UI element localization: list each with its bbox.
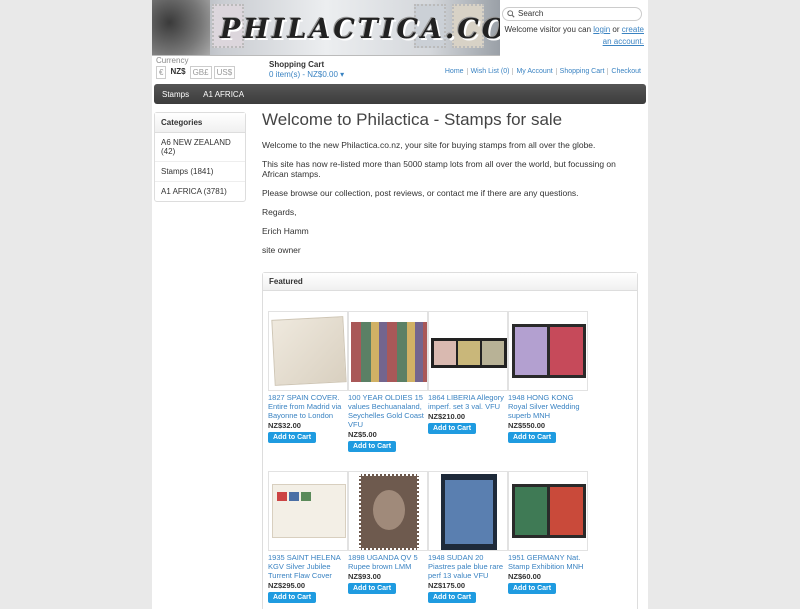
search-placeholder: Search [518, 9, 544, 18]
welcome-message: Welcome visitor you can login or create … [498, 24, 644, 48]
product-name-link[interactable]: 1864 LIBERIA Allegory imperf. set 3 val.… [428, 393, 508, 411]
eagle-stamp-image [152, 0, 210, 55]
product-card: 1935 SAINT HELENA KGV Silver Jubilee Tur… [268, 471, 348, 603]
main-menu: Stamps A1 AFRICA [154, 84, 646, 104]
category-item-a6-new-zealand[interactable]: A6 NEW ZEALAND (42) [155, 133, 245, 162]
product-card: 1951 GERMANY Nat. Stamp Exhibition MNH N… [508, 471, 588, 594]
currency-gbp-button[interactable]: GB£ [189, 66, 212, 79]
product-price: NZ$93.00 [348, 572, 381, 581]
intro-paragraph: Welcome to the new Philactica.co.nz, you… [262, 140, 596, 150]
product-price: NZ$210.00 [428, 412, 466, 421]
currency-usd-button[interactable]: US$ [213, 66, 236, 79]
product-name-link[interactable]: 1948 SUDAN 20 Piastres pale blue rare pe… [428, 553, 508, 580]
cart-summary-dropdown[interactable]: 0 item(s) - NZ$0.00 ▾ [269, 70, 344, 79]
categories-title: Categories [155, 113, 245, 133]
author-name: Erich Hamm [262, 226, 309, 236]
menu-item-a1-africa[interactable]: A1 AFRICA [203, 90, 244, 99]
product-card: 1898 UGANDA QV 5 Rupee brown LMM NZ$93.0… [348, 471, 428, 594]
product-name-link[interactable]: 1898 UGANDA QV 5 Rupee brown LMM [348, 553, 428, 571]
welcome-text: Welcome visitor you can [504, 25, 592, 34]
product-image[interactable] [268, 471, 348, 551]
product-card: 1948 SUDAN 20 Piastres pale blue rare pe… [428, 471, 508, 603]
product-name-link[interactable]: 1948 HONG KONG Royal Silver Wedding supe… [508, 393, 588, 420]
search-input[interactable]: Search [502, 7, 642, 21]
main-content: Welcome to Philactica - Stamps for sale … [262, 110, 642, 264]
checkout-link[interactable]: Checkout [607, 68, 644, 75]
product-name-link[interactable]: 1951 GERMANY Nat. Stamp Exhibition MNH [508, 553, 588, 571]
add-to-cart-button[interactable]: Add to Cart [348, 441, 397, 452]
categories-box: Categories A6 NEW ZEALAND (42) Stamps (1… [154, 112, 246, 202]
product-image[interactable] [268, 311, 348, 391]
featured-box: Featured 1827 SPAIN COVER. Entire from M… [262, 272, 638, 609]
page: PHILACTICA.CO.NZ Search Welcome visitor … [152, 0, 648, 609]
product-name-link[interactable]: 1935 SAINT HELENA KGV Silver Jubilee Tur… [268, 553, 348, 580]
login-link[interactable]: login [593, 25, 610, 34]
category-item-stamps[interactable]: Stamps (1841) [155, 162, 245, 182]
product-price: NZ$60.00 [508, 572, 541, 581]
product-price: NZ$295.00 [268, 581, 306, 590]
chevron-down-icon: ▾ [340, 70, 345, 79]
featured-title: Featured [263, 273, 637, 291]
currency-label: Currency [156, 56, 189, 65]
product-price: NZ$32.00 [268, 421, 301, 430]
site-logo[interactable]: PHILACTICA.CO.NZ [220, 14, 500, 45]
currency-eur-button[interactable]: € [156, 66, 167, 79]
add-to-cart-button[interactable]: Add to Cart [428, 423, 477, 434]
product-card: 1948 HONG KONG Royal Silver Wedding supe… [508, 311, 588, 443]
top-links: Home Wish List (0) My Account Shopping C… [442, 68, 644, 75]
currency-selector: € NZ$ GB£ US$ [156, 66, 236, 79]
product-image[interactable] [348, 471, 428, 551]
product-image[interactable] [508, 471, 588, 551]
product-name-link[interactable]: 100 YEAR OLDIES 15 values Bechuanaland, … [348, 393, 428, 429]
add-to-cart-button[interactable]: Add to Cart [348, 583, 397, 594]
my-account-link[interactable]: My Account [512, 68, 555, 75]
author-role: site owner [262, 245, 301, 255]
or-text: or [612, 25, 620, 34]
category-item-a1-africa[interactable]: A1 AFRICA (3781) [155, 182, 245, 201]
relisted-paragraph: This site has now re-listed more than 50… [262, 159, 616, 179]
product-image[interactable] [428, 471, 508, 551]
product-image[interactable] [508, 311, 588, 391]
home-link[interactable]: Home [442, 68, 467, 75]
search-icon[interactable] [507, 10, 515, 18]
shopping-cart-link[interactable]: Shopping Cart [555, 68, 608, 75]
add-to-cart-button[interactable]: Add to Cart [508, 432, 557, 443]
menu-item-stamps[interactable]: Stamps [162, 90, 189, 99]
browse-paragraph: Please browse our collection, post revie… [262, 188, 579, 198]
toolbar-row: Currency € NZ$ GB£ US$ Shopping Cart 0 i… [152, 56, 648, 84]
add-to-cart-button[interactable]: Add to Cart [268, 432, 317, 443]
product-price: NZ$550.00 [508, 421, 546, 430]
currency-nzd-button[interactable]: NZ$ [168, 66, 187, 79]
cart-summary: 0 item(s) - NZ$0.00 [269, 70, 338, 79]
product-image[interactable] [348, 311, 428, 391]
header: PHILACTICA.CO.NZ Search Welcome visitor … [152, 0, 648, 56]
product-card: 1864 LIBERIA Allegory imperf. set 3 val.… [428, 311, 508, 434]
product-image[interactable] [428, 311, 508, 391]
product-name-link[interactable]: 1827 SPAIN COVER. Entire from Madrid via… [268, 393, 348, 420]
product-price: NZ$5.00 [348, 430, 377, 439]
page-title: Welcome to Philactica - Stamps for sale [262, 110, 563, 129]
product-card: 100 YEAR OLDIES 15 values Bechuanaland, … [348, 311, 428, 452]
add-to-cart-button[interactable]: Add to Cart [508, 583, 557, 594]
shopping-cart-title: Shopping Cart [269, 60, 325, 69]
product-card: 1827 SPAIN COVER. Entire from Madrid via… [268, 311, 348, 443]
site-banner[interactable]: PHILACTICA.CO.NZ [152, 0, 500, 56]
add-to-cart-button[interactable]: Add to Cart [428, 592, 477, 603]
regards-text: Regards, [262, 207, 297, 217]
wish-list-link[interactable]: Wish List (0) [466, 68, 513, 75]
product-price: NZ$175.00 [428, 581, 466, 590]
add-to-cart-button[interactable]: Add to Cart [268, 592, 317, 603]
